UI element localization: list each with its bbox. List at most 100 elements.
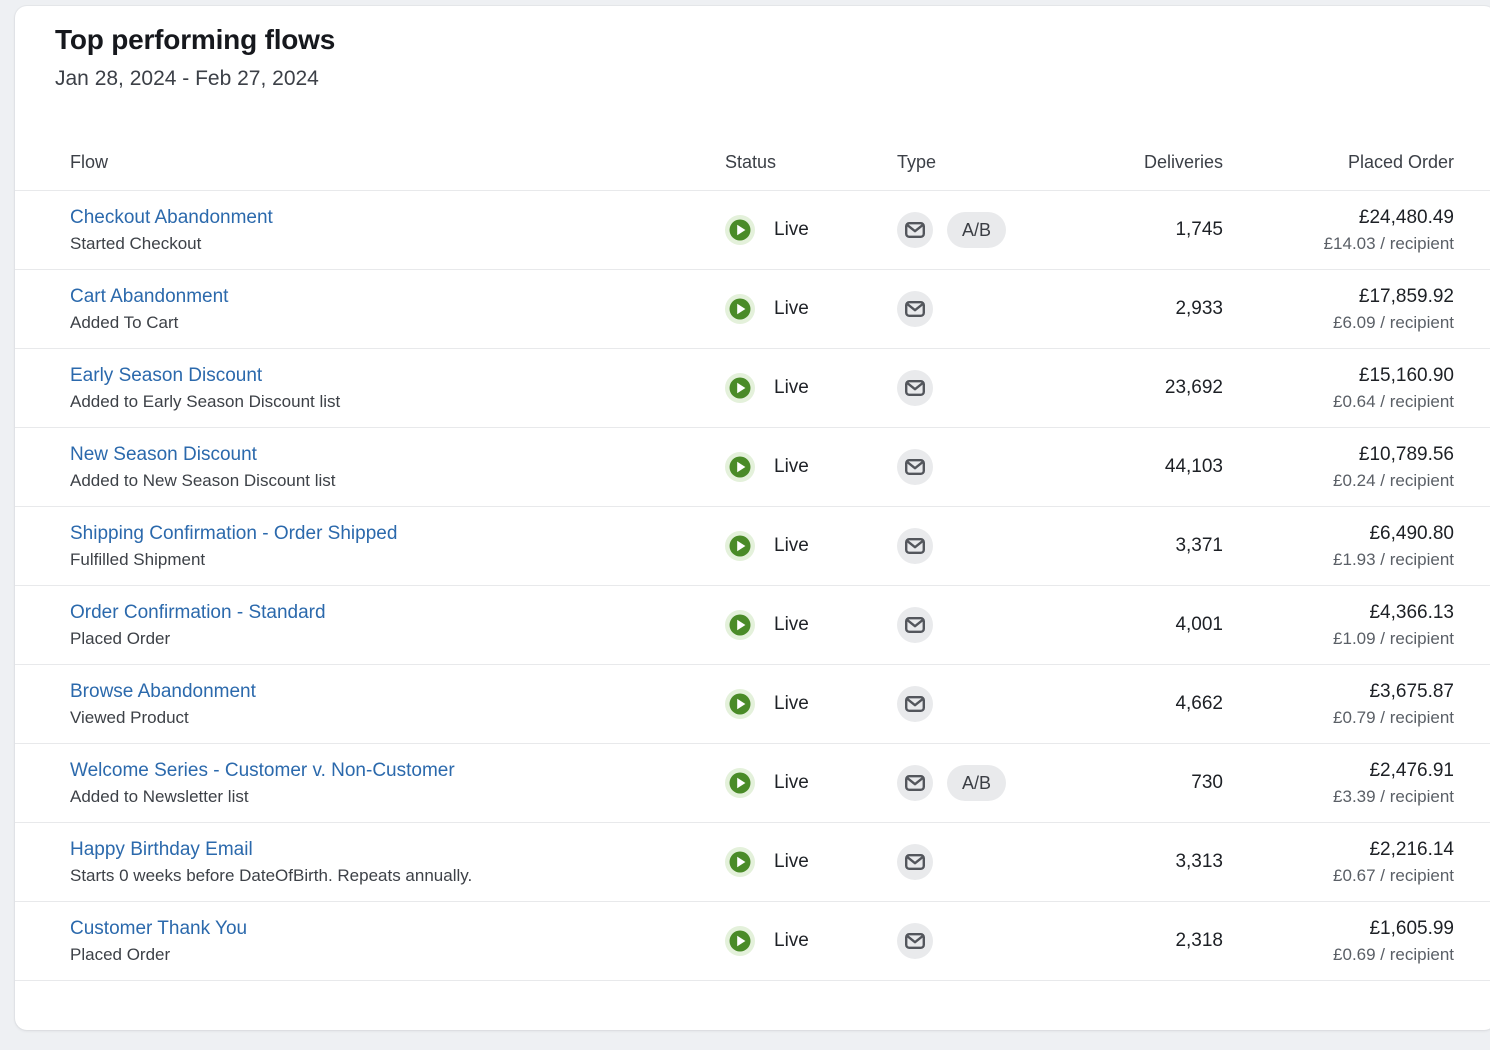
live-play-icon: [725, 215, 755, 245]
flow-link[interactable]: New Season Discount: [70, 443, 257, 467]
flow-trigger: Added To Cart: [70, 312, 725, 334]
date-range: Jan 28, 2024 - Feb 27, 2024: [55, 65, 1490, 93]
status-cell: Live: [725, 847, 897, 877]
live-play-icon: [725, 847, 755, 877]
type-cell: [897, 291, 1055, 327]
per-recipient-value: £1.93 / recipient: [1223, 549, 1454, 571]
email-icon: [897, 212, 933, 248]
email-icon: [897, 449, 933, 485]
email-icon: [897, 607, 933, 643]
live-play-icon: [725, 926, 755, 956]
table-row: Checkout Abandonment Started Checkout Li…: [15, 191, 1490, 270]
status-cell: Live: [725, 294, 897, 324]
email-icon: [897, 844, 933, 880]
email-icon: [897, 686, 933, 722]
placed-order-cell: £24,480.49 £14.03 / recipient: [1223, 206, 1454, 255]
type-cell: [897, 449, 1055, 485]
flow-cell: Happy Birthday Email Starts 0 weeks befo…: [70, 838, 725, 887]
top-performing-flows-card: Top performing flows Jan 28, 2024 - Feb …: [15, 6, 1490, 1030]
placed-order-value: £10,789.56: [1223, 443, 1454, 467]
flow-cell: Checkout Abandonment Started Checkout: [70, 206, 725, 255]
email-icon: [897, 765, 933, 801]
flow-link[interactable]: Browse Abandonment: [70, 680, 256, 704]
deliveries-value: 2,318: [1055, 930, 1223, 952]
table-body: Checkout Abandonment Started Checkout Li…: [15, 191, 1490, 981]
placed-order-cell: £4,366.13 £1.09 / recipient: [1223, 601, 1454, 650]
ab-badge: A/B: [947, 212, 1006, 248]
flow-trigger: Starts 0 weeks before DateOfBirth. Repea…: [70, 865, 725, 887]
placed-order-value: £17,859.92: [1223, 285, 1454, 309]
table-row: Early Season Discount Added to Early Sea…: [15, 349, 1490, 428]
placed-order-cell: £3,675.87 £0.79 / recipient: [1223, 680, 1454, 729]
placed-order-cell: £2,216.14 £0.67 / recipient: [1223, 838, 1454, 887]
flow-link[interactable]: Order Confirmation - Standard: [70, 601, 326, 625]
status-cell: Live: [725, 531, 897, 561]
flow-cell: Early Season Discount Added to Early Sea…: [70, 364, 725, 413]
flow-cell: Shipping Confirmation - Order Shipped Fu…: [70, 522, 725, 571]
status-label: Live: [774, 535, 809, 557]
column-header-type: Type: [897, 151, 1055, 173]
flow-link[interactable]: Shipping Confirmation - Order Shipped: [70, 522, 397, 546]
placed-order-cell: £15,160.90 £0.64 / recipient: [1223, 364, 1454, 413]
table-row: New Season Discount Added to New Season …: [15, 428, 1490, 507]
status-label: Live: [774, 614, 809, 636]
type-cell: [897, 844, 1055, 880]
status-label: Live: [774, 377, 809, 399]
flow-link[interactable]: Welcome Series - Customer v. Non-Custome…: [70, 759, 455, 783]
placed-order-cell: £10,789.56 £0.24 / recipient: [1223, 443, 1454, 492]
type-cell: [897, 607, 1055, 643]
table-row: Welcome Series - Customer v. Non-Custome…: [15, 744, 1490, 823]
type-cell: A/B: [897, 212, 1055, 248]
flow-trigger: Added to Newsletter list: [70, 786, 725, 808]
live-play-icon: [725, 531, 755, 561]
deliveries-value: 4,662: [1055, 693, 1223, 715]
status-cell: Live: [725, 926, 897, 956]
placed-order-value: £24,480.49: [1223, 206, 1454, 230]
column-header-flow: Flow: [70, 151, 725, 173]
flow-link[interactable]: Early Season Discount: [70, 364, 262, 388]
placed-order-value: £15,160.90: [1223, 364, 1454, 388]
flow-trigger: Added to New Season Discount list: [70, 470, 725, 492]
per-recipient-value: £0.64 / recipient: [1223, 391, 1454, 413]
live-play-icon: [725, 610, 755, 640]
flow-cell: New Season Discount Added to New Season …: [70, 443, 725, 492]
flow-trigger: Started Checkout: [70, 233, 725, 255]
placed-order-cell: £1,605.99 £0.69 / recipient: [1223, 917, 1454, 966]
status-label: Live: [774, 772, 809, 794]
status-cell: Live: [725, 215, 897, 245]
flow-cell: Browse Abandonment Viewed Product: [70, 680, 725, 729]
placed-order-cell: £17,859.92 £6.09 / recipient: [1223, 285, 1454, 334]
per-recipient-value: £0.24 / recipient: [1223, 470, 1454, 492]
table-row: Customer Thank You Placed Order Live: [15, 902, 1490, 981]
flow-link[interactable]: Customer Thank You: [70, 917, 247, 941]
live-play-icon: [725, 452, 755, 482]
status-cell: Live: [725, 768, 897, 798]
flow-cell: Welcome Series - Customer v. Non-Custome…: [70, 759, 725, 808]
status-label: Live: [774, 298, 809, 320]
flow-link[interactable]: Happy Birthday Email: [70, 838, 253, 862]
email-icon: [897, 923, 933, 959]
table-row: Happy Birthday Email Starts 0 weeks befo…: [15, 823, 1490, 902]
email-icon: [897, 528, 933, 564]
flow-link[interactable]: Checkout Abandonment: [70, 206, 273, 230]
column-header-placed-order: Placed Order: [1223, 151, 1454, 173]
deliveries-value: 23,692: [1055, 377, 1223, 399]
per-recipient-value: £3.39 / recipient: [1223, 786, 1454, 808]
placed-order-value: £2,476.91: [1223, 759, 1454, 783]
placed-order-value: £4,366.13: [1223, 601, 1454, 625]
type-cell: [897, 370, 1055, 406]
type-cell: [897, 686, 1055, 722]
flow-trigger: Viewed Product: [70, 707, 725, 729]
per-recipient-value: £1.09 / recipient: [1223, 628, 1454, 650]
page-title: Top performing flows: [55, 22, 1490, 58]
placed-order-value: £1,605.99: [1223, 917, 1454, 941]
table-row: Shipping Confirmation - Order Shipped Fu…: [15, 507, 1490, 586]
live-play-icon: [725, 768, 755, 798]
deliveries-value: 44,103: [1055, 456, 1223, 478]
flow-link[interactable]: Cart Abandonment: [70, 285, 228, 309]
status-label: Live: [774, 693, 809, 715]
type-cell: [897, 923, 1055, 959]
per-recipient-value: £14.03 / recipient: [1223, 233, 1454, 255]
email-icon: [897, 291, 933, 327]
flow-trigger: Placed Order: [70, 628, 725, 650]
